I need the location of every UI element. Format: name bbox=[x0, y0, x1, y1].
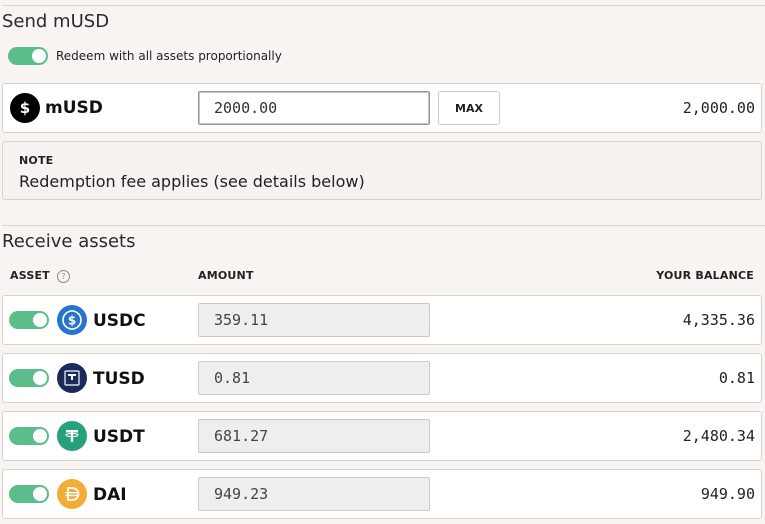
help-icon[interactable]: ? bbox=[56, 269, 70, 283]
usdt-amount-field: 681.27 bbox=[198, 419, 430, 453]
usdc-amount-field: 359.11 bbox=[198, 303, 430, 337]
asset-row-dai: DAI 949.23 949.90 bbox=[2, 469, 762, 519]
musd-balance: 2,000.00 bbox=[682, 99, 755, 117]
asset-column-header: ASSET ? bbox=[10, 269, 70, 283]
note-box: NOTE Redemption fee applies (see details… bbox=[2, 141, 762, 200]
tusd-amount-field: 0.81 bbox=[198, 361, 430, 395]
toggle-knob bbox=[33, 487, 47, 501]
dai-icon bbox=[57, 479, 87, 509]
usdt-balance: 2,480.34 bbox=[682, 427, 755, 445]
asset-header-label: ASSET bbox=[10, 269, 50, 282]
svg-text:$: $ bbox=[68, 314, 76, 328]
send-musd-row: $ mUSD 2000.00 MAX 2,000.00 bbox=[2, 83, 762, 133]
asset-row-tusd: TUSD 0.81 0.81 bbox=[2, 353, 762, 403]
toggle-knob bbox=[33, 313, 47, 327]
asset-row-usdc: $ USDC 359.11 4,335.36 bbox=[2, 295, 762, 345]
toggle-knob bbox=[33, 429, 47, 443]
usdc-toggle[interactable] bbox=[9, 311, 49, 329]
usdc-icon: $ bbox=[57, 305, 87, 335]
max-button[interactable]: MAX bbox=[438, 91, 500, 125]
section-divider bbox=[2, 225, 765, 226]
send-section-title: Send mUSD bbox=[2, 11, 110, 32]
musd-token-label: mUSD bbox=[45, 98, 103, 118]
usdc-label: USDC bbox=[93, 311, 146, 331]
tusd-toggle[interactable] bbox=[9, 369, 49, 387]
musd-amount-input[interactable]: 2000.00 bbox=[198, 91, 430, 125]
dai-amount-field: 949.23 bbox=[198, 477, 430, 511]
redeem-proportional-label: Redeem with all assets proportionally bbox=[56, 49, 282, 63]
tusd-balance: 0.81 bbox=[718, 369, 755, 387]
amount-column-header: AMOUNT bbox=[198, 269, 254, 282]
usdt-label: USDT bbox=[93, 427, 145, 447]
dai-label: DAI bbox=[93, 485, 127, 505]
asset-row-usdt: USDT 681.27 2,480.34 bbox=[2, 411, 762, 461]
note-heading: NOTE bbox=[19, 154, 54, 167]
note-text: Redemption fee applies (see details belo… bbox=[19, 172, 365, 191]
musd-icon: $ bbox=[10, 93, 40, 123]
dai-balance: 949.90 bbox=[700, 485, 755, 503]
usdt-icon bbox=[57, 421, 87, 451]
toggle-knob bbox=[33, 371, 47, 385]
dai-toggle[interactable] bbox=[9, 485, 49, 503]
top-divider bbox=[2, 5, 765, 6]
redeem-proportional-toggle[interactable] bbox=[8, 47, 48, 65]
usdc-balance: 4,335.36 bbox=[682, 311, 755, 329]
tusd-icon bbox=[57, 363, 87, 393]
toggle-knob bbox=[32, 49, 46, 63]
receive-section-title: Receive assets bbox=[2, 231, 136, 252]
balance-column-header: YOUR BALANCE bbox=[656, 269, 754, 282]
tusd-label: TUSD bbox=[93, 369, 145, 389]
usdt-toggle[interactable] bbox=[9, 427, 49, 445]
